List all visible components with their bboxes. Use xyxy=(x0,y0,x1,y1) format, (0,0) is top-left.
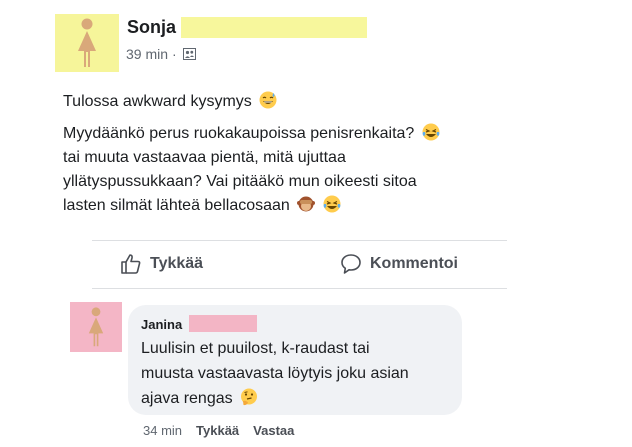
grinning-sweat-emoji xyxy=(259,91,277,109)
like-button-label: Tykkää xyxy=(150,255,204,272)
laughing-tears-emoji xyxy=(422,123,440,141)
actions-divider-bottom xyxy=(92,288,507,289)
comment-timestamp[interactable]: 34 min xyxy=(143,423,182,438)
comment-author-avatar[interactable] xyxy=(70,302,122,352)
comment-text-line: ajava rengas xyxy=(141,390,233,407)
see-no-evil-monkey-emoji xyxy=(297,196,316,212)
comment-body: Luulisin et puuilost, k-raudast tai muus… xyxy=(141,336,459,411)
thumbs-up-icon xyxy=(121,254,141,274)
speech-bubble-icon xyxy=(341,254,361,274)
comment-button-label: Kommentoi xyxy=(370,255,458,272)
comment-reply-link[interactable]: Vastaa xyxy=(253,423,294,438)
post-author-avatar[interactable] xyxy=(55,14,119,72)
post-text-body: Myydäänkö perus ruokakaupoissa penisrenk… xyxy=(63,122,523,218)
post-body: Tulossa awkward kysymys Myydäänkö perus … xyxy=(63,90,523,218)
friends-icon[interactable] xyxy=(182,48,196,60)
female-person-icon xyxy=(78,18,96,67)
post-text-intro: Tulossa awkward kysymys xyxy=(63,90,523,114)
post-text-line: Myydäänkö perus ruokakaupoissa penisrenk… xyxy=(63,125,415,142)
actions-divider-top xyxy=(92,240,507,241)
post-text-line: tai muuta vastaavaa pientä, mitä ujuttaa xyxy=(63,149,346,166)
post-author-name[interactable]: Sonja xyxy=(127,17,176,38)
post-timestamp[interactable]: 39 min xyxy=(126,46,168,62)
name-redaction xyxy=(189,315,257,332)
name-redaction xyxy=(181,17,367,38)
laughing-tears-emoji xyxy=(323,195,341,213)
thinking-face-emoji xyxy=(241,388,258,406)
comment-author-name[interactable]: Janina xyxy=(141,317,182,332)
meta-separator: · xyxy=(172,46,177,62)
female-person-icon xyxy=(88,307,104,347)
comment-actions: 34 min Tykkää Vastaa xyxy=(143,423,294,438)
comment-button[interactable]: Kommentoi xyxy=(340,251,458,277)
comment-like-link[interactable]: Tykkää xyxy=(196,423,239,438)
post-text-line: yllätyspussukkaan? Vai pitääkö mun oikee… xyxy=(63,173,417,190)
post-text-line: lasten silmät lähteä bellacosaan xyxy=(63,197,290,214)
post-meta: 39 min · xyxy=(126,46,196,62)
comment-text-line: muusta vastaavasta löytyis joku asian xyxy=(141,365,409,382)
like-button[interactable]: Tykkää xyxy=(120,251,203,277)
comment-text-line: Luulisin et puuilost, k-raudast tai xyxy=(141,340,370,357)
